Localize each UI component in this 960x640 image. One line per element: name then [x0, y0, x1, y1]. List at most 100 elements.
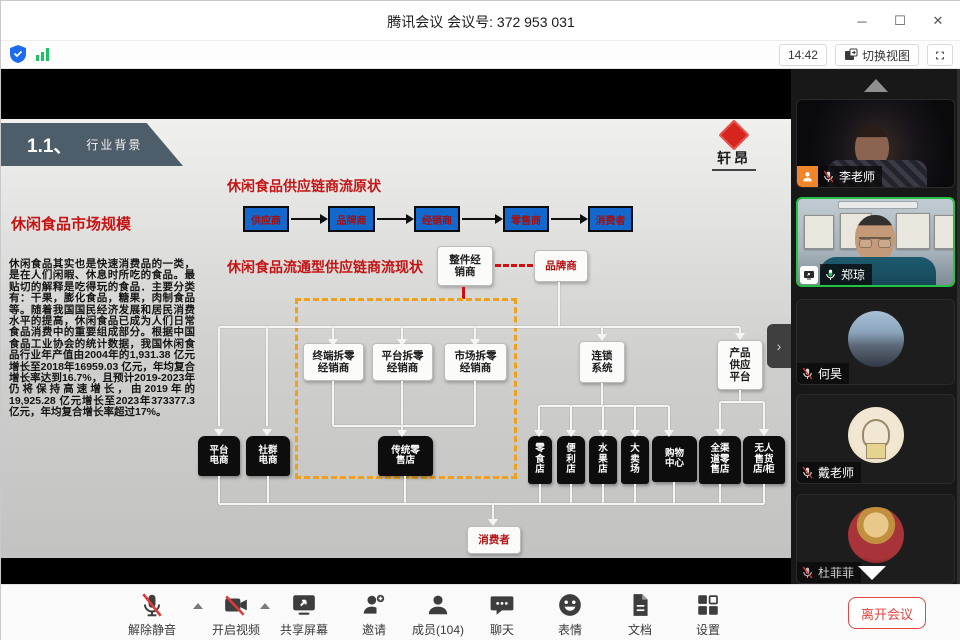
video-tile[interactable]: 李老师 [796, 99, 955, 188]
connector-line [539, 405, 669, 407]
retail-node: 水 果 店 [589, 436, 617, 484]
flow-node: 零售商 [503, 206, 549, 232]
connector-line [219, 326, 740, 328]
participant-glasses [859, 237, 891, 246]
connector-arrowhead [735, 333, 745, 340]
fullscreen-button[interactable] [927, 44, 953, 66]
window-controls: ─ ☐ ✕ [847, 1, 953, 41]
background-object [838, 201, 918, 209]
emoji-label: 表情 [558, 621, 582, 638]
switch-view-label: 切换视图 [862, 47, 910, 64]
chat-label: 聊天 [490, 621, 514, 638]
retail-node: 大 卖 场 [621, 436, 649, 484]
mid-node: 平台拆零 经销商 [372, 343, 433, 381]
chat-button[interactable]: 聊天 [467, 592, 537, 638]
members-button[interactable]: 成员(104) [403, 592, 473, 638]
sidebar-collapse-tab[interactable]: › [767, 324, 791, 368]
connector-arrowhead [470, 339, 480, 346]
connector-line [668, 406, 670, 430]
docs-label: 文档 [628, 621, 652, 638]
market-paragraph: 休闲食品其实也是快速消费品的一类，是在人们闲暇、休息时所吃的食品。最贴切的解释是… [9, 259, 195, 419]
invite-button[interactable]: 邀请 [339, 592, 409, 638]
emoji-button[interactable]: 表情 [535, 592, 605, 638]
connector-line [602, 484, 604, 504]
scroll-down-icon[interactable] [858, 566, 886, 580]
participant-name: 戴老师 [818, 464, 854, 481]
camera-off-icon [223, 592, 249, 618]
flow-node: 供应商 [243, 206, 289, 232]
video-tile[interactable]: 郑琼 [796, 197, 955, 287]
minimize-button[interactable]: ─ [847, 6, 877, 36]
chat-bubble-icon [489, 592, 515, 618]
flow-node: 品牌商 [328, 206, 375, 232]
connector-line [570, 484, 572, 504]
window-title: 腾讯会议 会议号: 372 953 031 [1, 12, 960, 32]
connector-arrowhead [715, 429, 725, 436]
settings-button[interactable]: 设置 [673, 592, 743, 638]
connector-line [719, 402, 721, 429]
mid-node: 终端拆零 经销商 [303, 343, 364, 381]
mic-muted-icon [801, 466, 814, 479]
retail-node: 社群 电商 [246, 436, 290, 476]
leave-meeting-button[interactable]: 离开会议 [848, 597, 926, 629]
retail-node: 零 食 店 [528, 436, 552, 484]
retail-node: 便 利 店 [557, 436, 585, 484]
invite-label: 邀请 [362, 621, 386, 638]
mid-node: 市场拆零 经销商 [444, 343, 507, 381]
participant-name: 郑琼 [841, 266, 865, 283]
connector-line [404, 476, 406, 504]
share-screen-button[interactable]: 共享屏幕 [269, 592, 339, 638]
screen-share-area: 1.1、 行业背景 轩昂 休闲食品市场规模 休闲食品其实也是快速消费品的一类，是… [1, 69, 791, 584]
connector-line [763, 484, 765, 504]
mic-active-icon [824, 268, 837, 281]
participant-avatar [848, 311, 904, 367]
security-shield-icon[interactable] [9, 44, 27, 64]
connector-arrowhead [488, 519, 498, 526]
connector-line [401, 327, 403, 339]
video-tile[interactable]: 戴老师 [796, 394, 955, 484]
connector-arrowhead [534, 430, 544, 437]
connector-line [218, 327, 220, 426]
chain-system-node: 连锁 系统 [579, 341, 625, 383]
video-tile[interactable]: 何昊 [796, 299, 955, 385]
connector-line [634, 484, 636, 504]
connector-line [539, 484, 541, 504]
members-icon [425, 592, 451, 618]
participant-avatar [848, 507, 904, 563]
maximize-button[interactable]: ☐ [885, 6, 915, 36]
share-screen-label: 共享屏幕 [280, 621, 328, 638]
product-platform-node: 产品 供应 平台 [717, 340, 763, 390]
switch-view-button[interactable]: 切换视图 [835, 44, 919, 66]
screen-share-badge-icon [800, 266, 818, 284]
bottom-toolbar: 解除静音 开启视频 共享屏幕 邀请 成员(104) 聊天 表情 [1, 584, 960, 640]
flow-arrow [377, 218, 407, 220]
connector-line [267, 476, 269, 504]
participant-name: 李老师 [839, 168, 875, 185]
connector-line [401, 381, 403, 426]
connector-arrowhead [597, 334, 607, 341]
connector-line [719, 484, 721, 504]
network-signal-icon[interactable] [35, 46, 51, 62]
connector-line [492, 504, 494, 519]
start-video-button[interactable]: 开启视频 [201, 592, 271, 638]
connector-arrowhead [262, 429, 272, 436]
certificate [804, 215, 834, 249]
settings-grid-icon [695, 592, 721, 618]
connector-line [474, 327, 476, 339]
switch-view-icon [844, 48, 858, 62]
scroll-up-icon[interactable] [864, 79, 888, 92]
connector-arrowhead [328, 339, 338, 346]
connector-arrowhead [759, 429, 769, 436]
meeting-time: 14:42 [779, 44, 827, 66]
brand-node: 品牌商 [534, 250, 588, 282]
fullscreen-icon [936, 49, 944, 62]
unmute-button[interactable]: 解除静音 [117, 592, 187, 638]
docs-button[interactable]: 文档 [605, 592, 675, 638]
certificate [934, 215, 954, 249]
bulk-distributor-node: 整件经 销商 [437, 246, 493, 286]
company-logo: 轩昂 [703, 122, 765, 171]
chain1-title: 休闲食品供应链商流原状 [227, 176, 381, 196]
close-button[interactable]: ✕ [923, 6, 953, 36]
members-label: 成员(104) [412, 621, 464, 638]
connector-line [601, 383, 603, 406]
